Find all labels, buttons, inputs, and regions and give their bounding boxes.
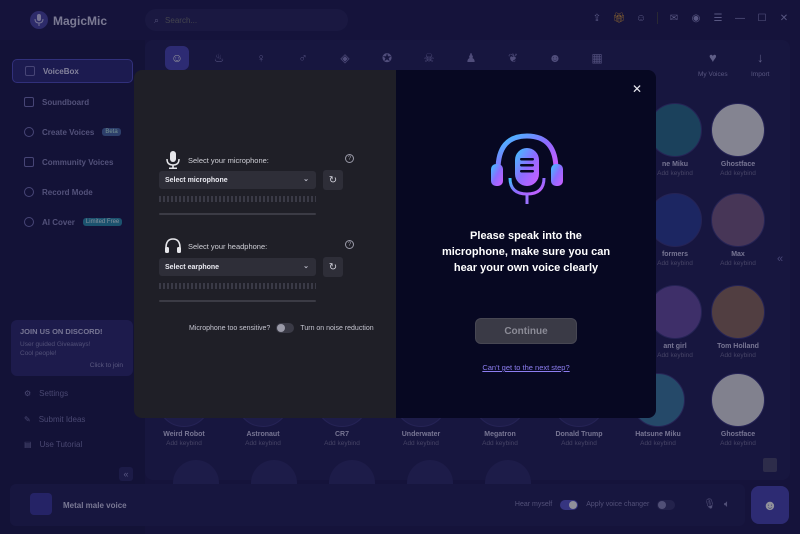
help-link[interactable]: Can't get to the next step? xyxy=(396,363,656,372)
headphone-select[interactable]: Select earphone ⌄ xyxy=(159,258,316,276)
microphone-refresh-button[interactable]: ↻ xyxy=(323,170,343,190)
headphone-volume-slider[interactable] xyxy=(159,300,316,302)
app-window: MagicMic ⌕ ⇪ 🎁︎ ☺ ✉ ◉ ☰ — ☐ ✕ VoiceBox S… xyxy=(0,0,800,534)
close-icon[interactable]: ✕ xyxy=(632,82,642,96)
headphone-select-value: Select earphone xyxy=(165,263,220,271)
device-settings-panel: Select your microphone: ? Select microph… xyxy=(134,70,396,418)
microphone-select[interactable]: Select microphone ⌄ xyxy=(159,171,316,189)
microphone-select-value: Select microphone xyxy=(165,176,228,184)
sensitive-label: Microphone too sensitive? xyxy=(189,324,271,332)
microphone-icon xyxy=(164,150,182,170)
headphone-settings: Select your headphone: ? xyxy=(164,236,380,256)
continue-button[interactable]: Continue xyxy=(475,318,577,344)
microphone-header: Select your microphone: ? xyxy=(164,150,380,170)
setup-dialog: Select your microphone: ? Select microph… xyxy=(134,70,656,418)
refresh-icon: ↻ xyxy=(328,261,338,273)
headphone-label: Select your headphone: xyxy=(188,241,268,251)
chevron-down-icon: ⌄ xyxy=(303,263,309,270)
headphone-level-meter xyxy=(159,283,316,289)
headphone-header: Select your headphone: ? xyxy=(164,236,380,256)
noise-reduction-label: Turn on noise reduction xyxy=(300,324,374,332)
noise-reduction-row: Microphone too sensitive? Turn on noise … xyxy=(189,323,374,333)
microphone-help-icon[interactable]: ? xyxy=(345,154,354,163)
chevron-down-icon: ⌄ xyxy=(303,176,309,183)
headphone-icon xyxy=(164,236,182,256)
microphone-level-meter xyxy=(159,196,316,202)
microphone-volume-slider[interactable] xyxy=(159,213,316,215)
speak-prompt-panel: ✕ Please speak into the microphone, make… xyxy=(396,70,656,418)
microphone-settings: Select your microphone: ? xyxy=(164,150,380,170)
refresh-icon: ↻ xyxy=(328,174,338,186)
speak-prompt-text: Please speak into the microphone, make s… xyxy=(441,230,611,274)
headphone-refresh-button[interactable]: ↻ xyxy=(323,257,343,277)
headphone-help-icon[interactable]: ? xyxy=(345,240,354,249)
microphone-label: Select your microphone: xyxy=(188,155,269,165)
noise-reduction-toggle[interactable] xyxy=(276,323,295,333)
headset-mic-icon xyxy=(491,133,563,204)
